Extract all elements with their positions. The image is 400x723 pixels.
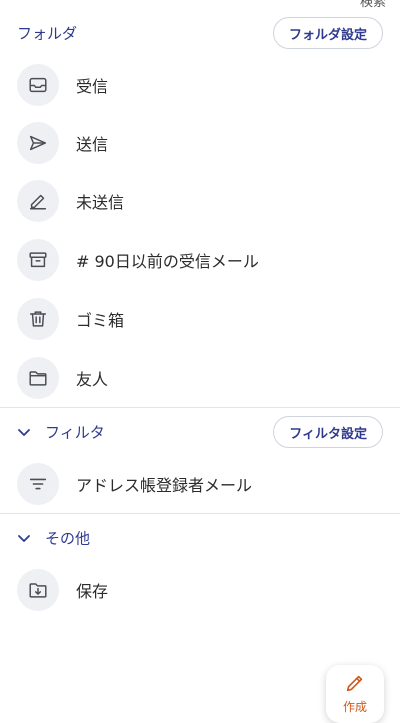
folder-item-label: ゴミ箱	[76, 311, 125, 330]
others-item-label: 保存	[76, 582, 109, 601]
others-section-toggle[interactable]: その他	[17, 528, 90, 549]
trash-icon	[17, 298, 59, 340]
inbox-icon	[17, 64, 59, 106]
filter-item-address-book[interactable]: アドレス帳登録者メール	[0, 455, 400, 513]
archive-box-icon	[17, 239, 59, 281]
filter-section-header[interactable]: フィルタ フィルタ設定	[0, 407, 400, 457]
folder-item-label: 受信	[76, 77, 109, 96]
folder-item-sent[interactable]: 送信	[0, 114, 400, 172]
folder-item-label: 友人	[76, 370, 109, 389]
others-item-saved[interactable]: 保存	[0, 561, 400, 619]
chevron-down-icon	[18, 534, 30, 542]
filter-lines-icon	[17, 463, 59, 505]
filter-section-toggle[interactable]: フィルタ	[17, 422, 105, 443]
compose-label: 作成	[342, 700, 367, 714]
folder-item-old-mail[interactable]: # 90日以前の受信メール	[0, 231, 400, 289]
filter-settings-button[interactable]: フィルタ設定	[273, 416, 383, 448]
folder-item-friends[interactable]: 友人	[0, 349, 400, 407]
filter-item-label: アドレス帳登録者メール	[76, 476, 253, 495]
folder-icon	[17, 357, 59, 399]
pencil-icon	[17, 180, 59, 222]
folder-download-icon	[17, 569, 59, 611]
folder-section-header: フォルダ フォルダ設定	[0, 8, 400, 58]
compose-button[interactable]: 作成	[326, 665, 384, 723]
folder-settings-button[interactable]: フォルダ設定	[272, 17, 383, 49]
send-icon	[17, 122, 59, 164]
folder-item-drafts[interactable]: 未送信	[0, 172, 400, 230]
others-section-title: その他	[45, 529, 91, 548]
folder-item-label: # 90日以前の受信メール	[76, 252, 259, 271]
others-section-header[interactable]: その他	[0, 513, 400, 563]
folder-item-inbox[interactable]: 受信	[0, 56, 400, 114]
pencil-icon	[346, 675, 363, 692]
folder-item-label: 送信	[76, 135, 109, 154]
chevron-down-icon	[18, 428, 30, 436]
filter-section-title: フィルタ	[45, 423, 105, 442]
folder-item-trash[interactable]: ゴミ箱	[0, 290, 400, 348]
folder-section-title: フォルダ	[17, 24, 78, 43]
folder-item-label: 未送信	[76, 193, 125, 212]
